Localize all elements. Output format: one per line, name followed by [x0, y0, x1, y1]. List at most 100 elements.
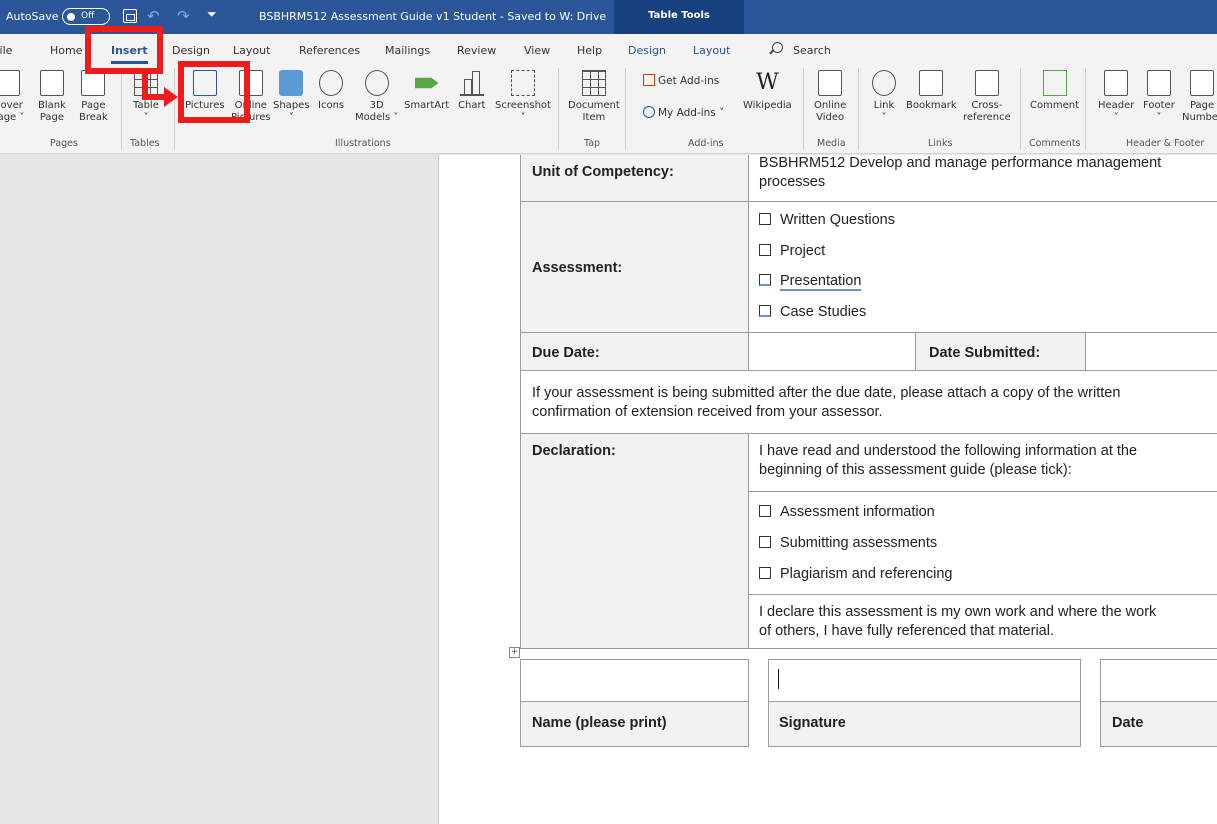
online-video-button[interactable]: Online Video: [814, 70, 846, 124]
ribbon-tabs: File Home Insert Design Layout Reference…: [0, 34, 1217, 64]
search-box[interactable]: Search: [793, 44, 831, 57]
checkbox-icon[interactable]: [759, 274, 771, 286]
table-border: [748, 491, 1217, 492]
date-input-cell[interactable]: [1101, 660, 1217, 701]
tab-table-layout[interactable]: Layout: [693, 44, 730, 57]
table-border: [748, 659, 749, 747]
assessment-option[interactable]: Case Studies: [759, 304, 866, 320]
assessment-option[interactable]: Presentation: [759, 273, 862, 291]
table-move-handle-icon[interactable]: +: [509, 647, 520, 658]
store-icon: [643, 74, 655, 86]
icons-button[interactable]: Icons: [318, 70, 344, 112]
my-addins-button[interactable]: My Add-ins ˅: [643, 106, 724, 119]
header-button[interactable]: Header ˅: [1098, 70, 1134, 124]
bookmark-button[interactable]: Bookmark: [906, 70, 957, 112]
tab-home[interactable]: Home: [50, 44, 82, 57]
declaration-statement-line1: I declare this assessment is my own work…: [759, 604, 1157, 620]
shapes-button[interactable]: Shapes ˅: [273, 70, 310, 124]
highlight-arrow-stem: [142, 94, 166, 100]
save-icon[interactable]: [123, 9, 137, 23]
table-border: [1100, 746, 1217, 747]
group-label-tap: Tap: [584, 138, 601, 149]
tab-mailings[interactable]: Mailings: [385, 44, 430, 57]
screenshot-button[interactable]: Screenshot ˅: [495, 70, 551, 124]
my-addins-icon: [643, 106, 655, 118]
group-separator: [858, 68, 859, 150]
page-break-button[interactable]: Page Break: [79, 70, 108, 124]
declaration-option[interactable]: Assessment information: [759, 504, 935, 520]
tab-table-design[interactable]: Design: [628, 44, 666, 57]
navigation-gray-area: [0, 155, 437, 824]
blank-page-button[interactable]: Blank Page: [38, 70, 66, 124]
link-icon: [872, 70, 896, 96]
footer-button[interactable]: Footer ˅: [1143, 70, 1175, 124]
tab-view[interactable]: View: [524, 44, 550, 57]
signature-label: Signature: [779, 715, 846, 731]
autosave-toggle[interactable]: Off: [62, 8, 110, 25]
checkbox-icon[interactable]: [759, 305, 771, 317]
link-button[interactable]: Link ˅: [872, 70, 896, 124]
table-border: [1100, 701, 1217, 702]
table-tools-header: Table Tools: [614, 0, 744, 34]
declaration-option[interactable]: Submitting assessments: [759, 535, 937, 551]
cube-icon: [364, 70, 389, 96]
unit-of-competency-value-line1[interactable]: BSBHRM512 Develop and manage performance…: [759, 155, 1217, 171]
group-separator: [1020, 68, 1021, 150]
checkbox-icon[interactable]: [759, 536, 771, 548]
table-border: [915, 332, 916, 370]
checkbox-icon[interactable]: [759, 567, 771, 579]
search-icon: [772, 42, 783, 53]
checkbox-icon[interactable]: [759, 505, 771, 517]
checkbox-icon[interactable]: [759, 244, 771, 256]
comment-button[interactable]: Comment: [1030, 70, 1079, 112]
group-separator: [174, 68, 175, 150]
declaration-statement-line2: of others, I have fully referenced that …: [759, 623, 1054, 639]
checkbox-icon[interactable]: [759, 213, 771, 225]
group-label-addins: Add-ins: [688, 138, 724, 149]
cross-reference-button[interactable]: Cross-reference: [963, 70, 1011, 124]
cross-reference-icon: [974, 70, 999, 96]
table-border: [1080, 659, 1081, 747]
signature-input-cell[interactable]: [769, 660, 1080, 701]
tab-review[interactable]: Review: [457, 44, 496, 57]
tab-layout[interactable]: Layout: [233, 44, 270, 57]
icons-icon: [319, 70, 344, 96]
tab-design[interactable]: Design: [172, 44, 210, 57]
unit-of-competency-label: Unit of Competency:: [532, 164, 674, 180]
table-border: [520, 201, 1217, 202]
document-item-button[interactable]: Document Item: [568, 70, 620, 124]
table-border: [748, 433, 749, 649]
late-submission-notice-line2: confirmation of extension received from …: [532, 404, 883, 420]
chart-button[interactable]: Chart: [458, 70, 485, 112]
group-separator: [625, 68, 626, 150]
table-border: [520, 332, 1217, 333]
declaration-intro-line1: I have read and understood the following…: [759, 443, 1138, 459]
table-border: [768, 746, 1081, 747]
assessment-option[interactable]: Project: [759, 243, 825, 259]
footer-icon: [1146, 70, 1171, 96]
name-input-cell[interactable]: [521, 660, 748, 701]
unit-of-competency-value-line2[interactable]: processes: [759, 174, 825, 190]
smartart-button[interactable]: SmartArt: [404, 70, 449, 112]
undo-icon[interactable]: ↶: [147, 7, 160, 25]
tab-help[interactable]: Help: [577, 44, 602, 57]
cell-shade: [521, 433, 748, 649]
assessment-label: Assessment:: [532, 260, 623, 276]
assessment-option[interactable]: Written Questions: [759, 212, 895, 228]
group-label-tables: Tables: [130, 138, 160, 149]
redo-icon[interactable]: ↷: [177, 7, 190, 25]
chart-icon: [459, 70, 484, 96]
customize-toolbar-icon[interactable]: ⏷: [207, 7, 217, 22]
highlight-arrow-head: [164, 87, 178, 107]
3d-models-button[interactable]: 3D Models ˅: [355, 70, 398, 124]
tab-references[interactable]: References: [299, 44, 360, 57]
wikipedia-button[interactable]: W Wikipedia: [743, 70, 792, 112]
get-addins-button[interactable]: Get Add-ins: [643, 74, 719, 87]
page-number-button[interactable]: PageNumber: [1182, 70, 1217, 124]
late-submission-notice-line1: If your assessment is being submitted af…: [532, 385, 1121, 401]
screenshot-icon: [510, 70, 535, 96]
declaration-option[interactable]: Plagiarism and referencing: [759, 566, 952, 582]
tab-file[interactable]: File: [0, 44, 12, 57]
declaration-label: Declaration:: [532, 443, 616, 459]
cover-page-button[interactable]: CoverPage ˅: [0, 70, 24, 124]
